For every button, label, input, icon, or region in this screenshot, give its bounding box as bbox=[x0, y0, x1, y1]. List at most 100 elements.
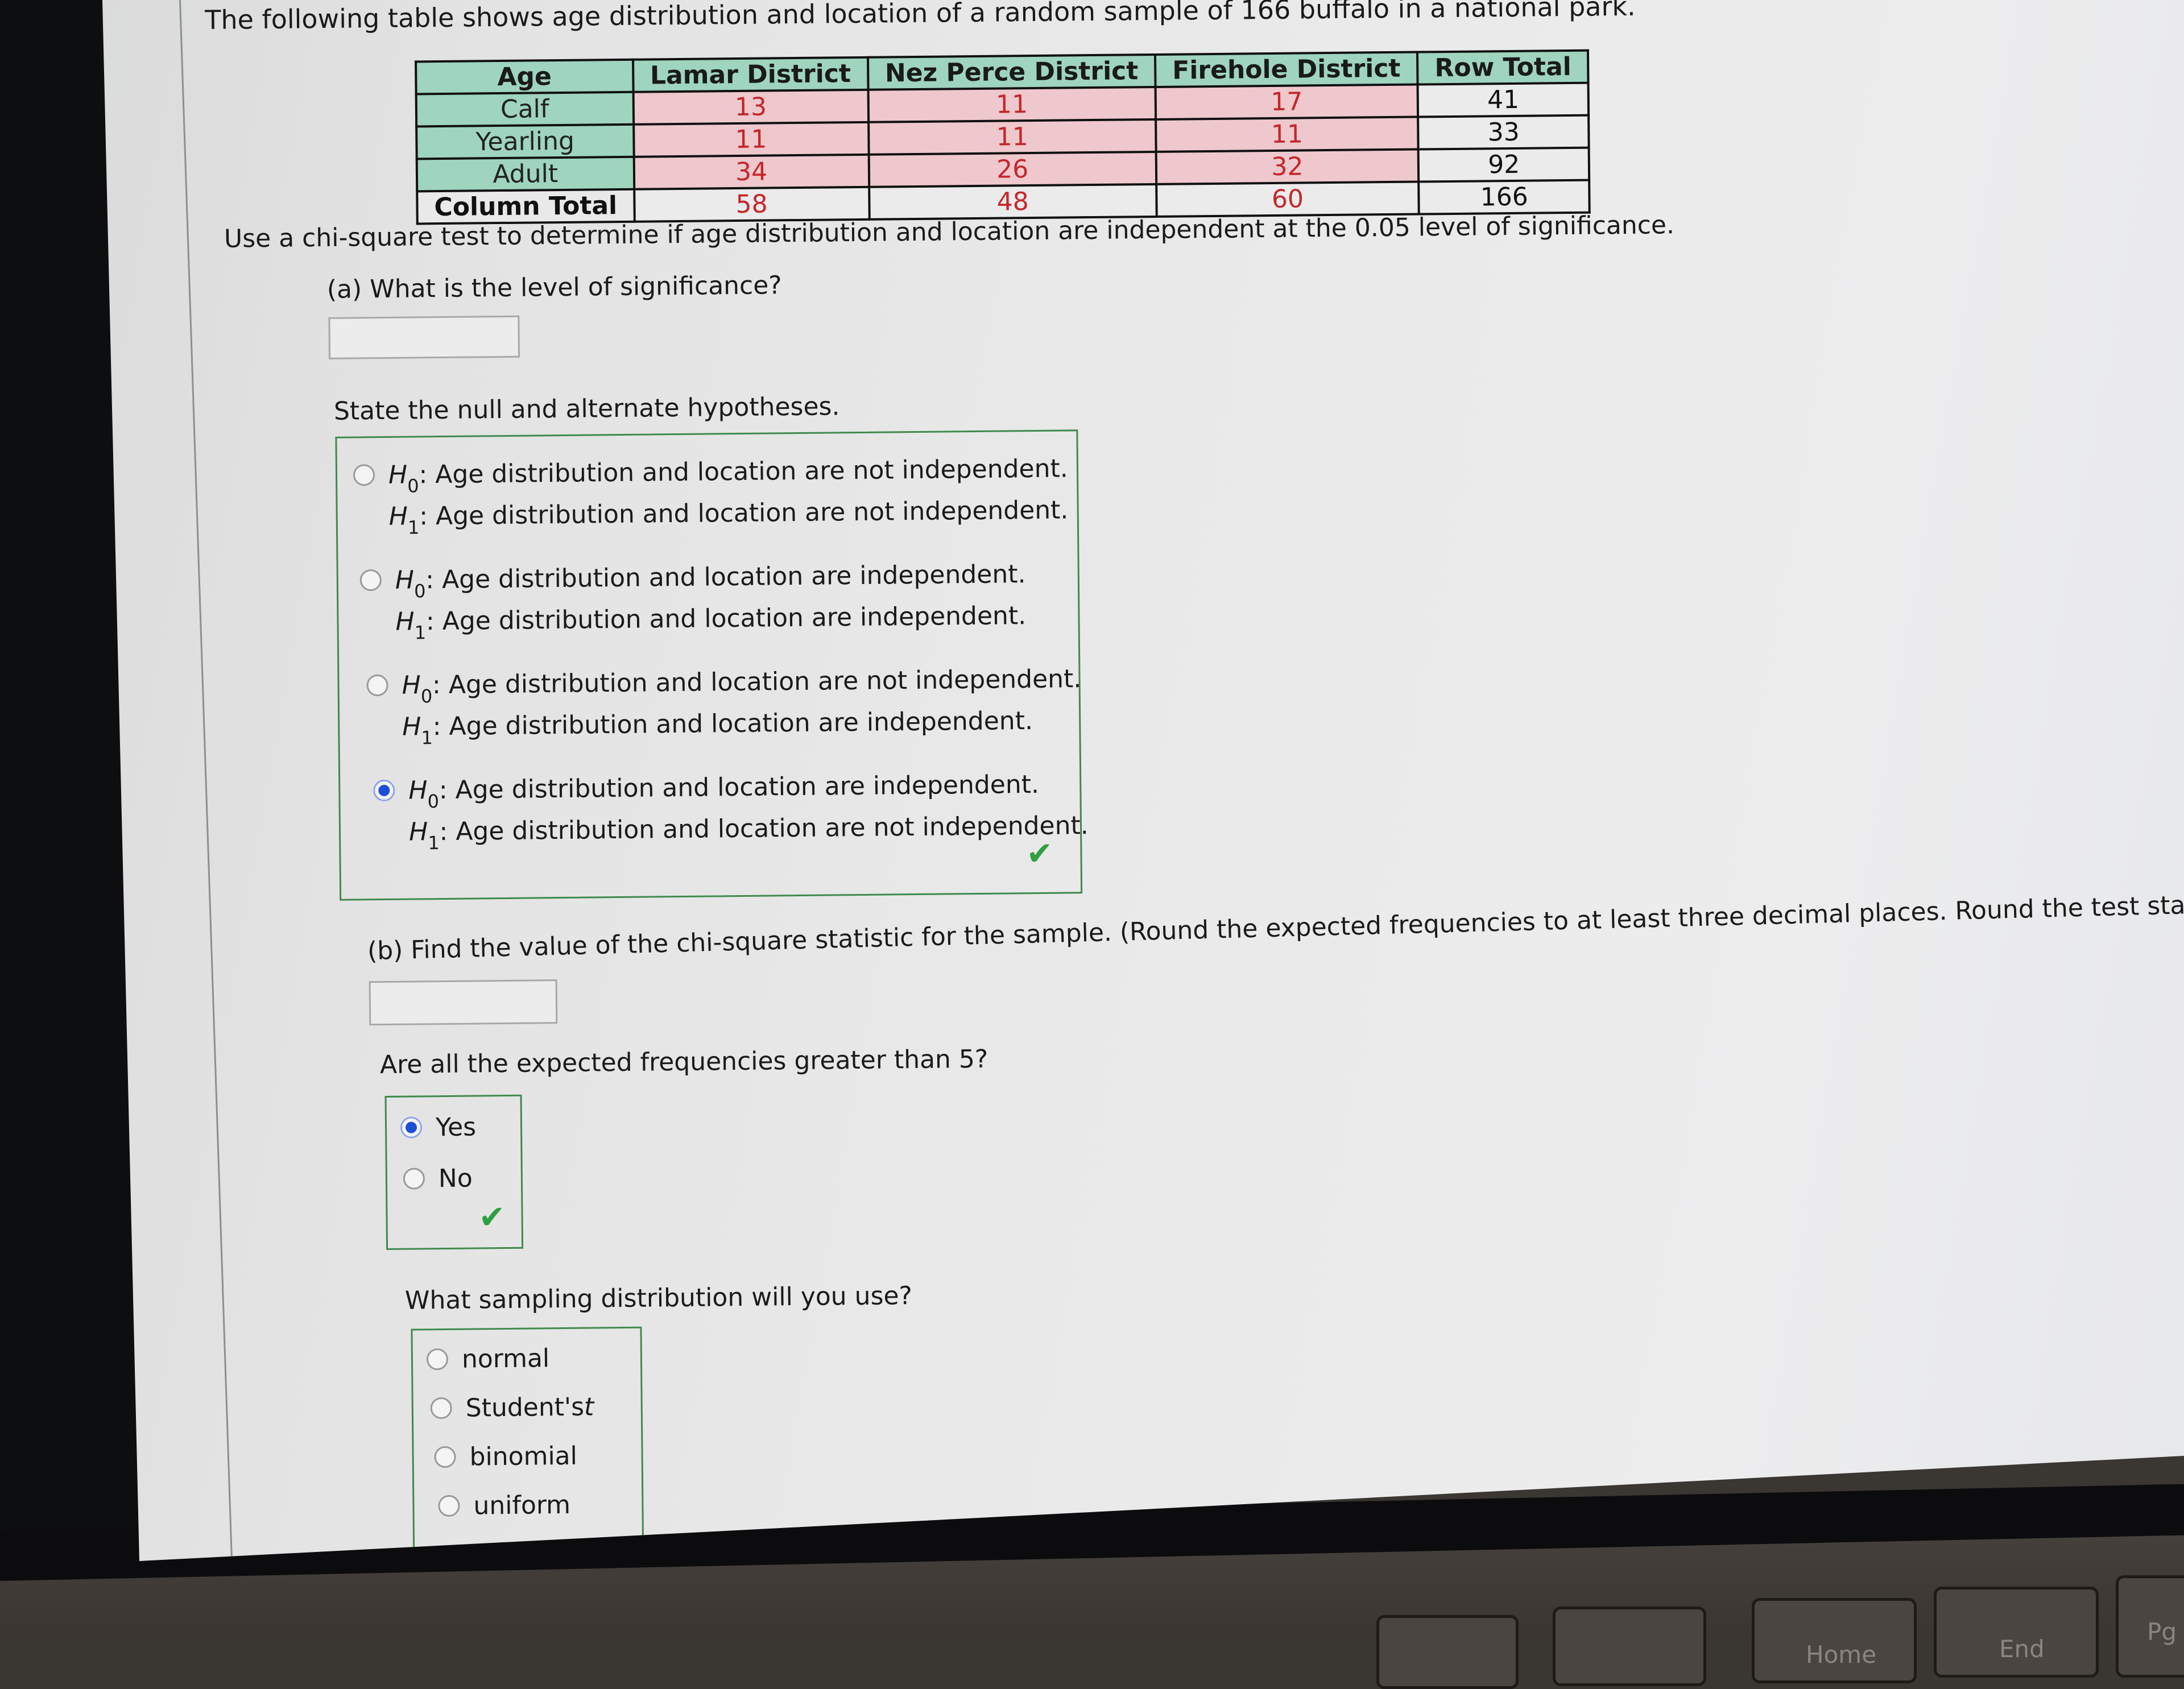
h1-subscript: 1 bbox=[414, 622, 427, 644]
key-label: End bbox=[1999, 1635, 2045, 1663]
cell-observed: 11 bbox=[633, 122, 869, 157]
keyboard-key-end: End bbox=[1934, 1587, 2099, 1678]
header-age: Age bbox=[416, 59, 634, 94]
h0-symbol: H bbox=[395, 565, 415, 595]
radio-button[interactable] bbox=[434, 1446, 456, 1468]
option-students-t[interactable]: Student's t bbox=[430, 1392, 594, 1423]
cell-observed: 32 bbox=[1156, 149, 1419, 184]
chi-square-input[interactable] bbox=[369, 979, 558, 1026]
option-label-italic: t bbox=[584, 1392, 594, 1422]
h0-symbol: H bbox=[408, 776, 428, 805]
h0-text: : Age distribution and location are not … bbox=[432, 664, 1082, 700]
h0-subscript: 0 bbox=[420, 685, 433, 707]
part-b-question: (b) Find the value of the chi-square sta… bbox=[367, 886, 2184, 966]
option-label: Student's bbox=[465, 1392, 585, 1423]
cell-row-total: 92 bbox=[1418, 147, 1590, 182]
sampling-distribution-choice-box: normal Student's t binomial uniform bbox=[411, 1326, 644, 1561]
keyboard-key-home: Home bbox=[1752, 1598, 1917, 1683]
row-label: Calf bbox=[416, 92, 634, 127]
cell-column-total: 60 bbox=[1156, 181, 1419, 217]
cell-column-total: 58 bbox=[634, 187, 870, 222]
correct-check-icon: ✔ bbox=[478, 1199, 506, 1236]
h1-text: : Age distribution and location are not … bbox=[439, 811, 1089, 847]
option-uniform[interactable]: uniform bbox=[438, 1491, 570, 1521]
cell-row-total: 33 bbox=[1418, 115, 1590, 150]
contingency-table: Age Lamar District Nez Perce District Fi… bbox=[415, 49, 1591, 225]
keyboard-key bbox=[1553, 1607, 1706, 1686]
problem-intro: The following table shows age distributi… bbox=[205, 0, 1636, 35]
h1-subscript: 1 bbox=[407, 516, 420, 539]
h0-symbol: H bbox=[402, 670, 421, 700]
option-binomial[interactable]: binomial bbox=[434, 1442, 577, 1472]
cell-row-total: 41 bbox=[1417, 82, 1589, 117]
option-normal[interactable]: normal bbox=[426, 1344, 550, 1374]
h1-subscript: 1 bbox=[421, 727, 433, 749]
option-label: No bbox=[438, 1164, 473, 1194]
h1-symbol: H bbox=[395, 607, 415, 636]
cell-observed: 17 bbox=[1155, 84, 1418, 119]
expected-frequencies-question: Are all the expected frequencies greater… bbox=[379, 1044, 988, 1080]
h0-subscript: 0 bbox=[407, 475, 419, 497]
h1-text: : Age distribution and location are inde… bbox=[432, 706, 1033, 742]
row-label: Adult bbox=[416, 156, 634, 192]
key-label: Pg bbox=[2147, 1618, 2177, 1646]
radio-button[interactable] bbox=[438, 1495, 460, 1517]
h0-text: : Age distribution and location are not … bbox=[419, 454, 1068, 490]
option-label: uniform bbox=[473, 1490, 571, 1521]
hypotheses-choice-box: H0: Age distribution and location are no… bbox=[335, 429, 1089, 901]
keyboard-key bbox=[1376, 1615, 1519, 1689]
expected-frequencies-choice-box: Yes No ✔ bbox=[384, 1094, 524, 1251]
radio-button[interactable] bbox=[359, 569, 382, 591]
hypothesis-option[interactable]: H0: Age distribution and location are no… bbox=[366, 664, 1082, 748]
h1-symbol: H bbox=[408, 817, 428, 847]
option-no[interactable]: No bbox=[403, 1164, 473, 1194]
row-label: Column Total bbox=[417, 189, 635, 224]
hypothesis-option[interactable]: H0: Age distribution and location are no… bbox=[353, 454, 1069, 539]
option-label: Yes bbox=[435, 1112, 477, 1142]
screen: The following table shows age distributi… bbox=[102, 0, 2184, 1561]
radio-button[interactable] bbox=[430, 1397, 452, 1419]
h0-text: : Age distribution and location are inde… bbox=[439, 769, 1040, 805]
radio-button[interactable] bbox=[353, 464, 375, 486]
header-nez-perce: Nez Perce District bbox=[867, 54, 1156, 90]
hypotheses-prompt: State the null and alternate hypotheses. bbox=[333, 392, 840, 426]
radio-button[interactable] bbox=[426, 1348, 449, 1371]
h1-subscript: 1 bbox=[428, 832, 440, 854]
h1-text: : Age distribution and location are not … bbox=[419, 495, 1069, 531]
cell-column-total: 48 bbox=[868, 184, 1157, 220]
h1-symbol: H bbox=[388, 502, 408, 531]
h0-symbol: H bbox=[388, 460, 408, 490]
cell-observed: 11 bbox=[868, 86, 1156, 122]
radio-button[interactable] bbox=[366, 674, 388, 697]
h1-text: : Age distribution and location are inde… bbox=[425, 601, 1027, 636]
option-label: binomial bbox=[469, 1441, 578, 1472]
sampling-distribution-question: What sampling distribution will you use? bbox=[404, 1281, 913, 1315]
option-label: normal bbox=[461, 1344, 550, 1374]
header-lamar: Lamar District bbox=[632, 57, 868, 92]
h0-text: : Age distribution and location are inde… bbox=[425, 560, 1026, 595]
key-label: Home bbox=[1806, 1641, 1877, 1669]
part-a-question: (a) What is the level of significance? bbox=[326, 271, 782, 304]
h0-subscript: 0 bbox=[427, 790, 440, 813]
cell-observed: 34 bbox=[634, 154, 869, 189]
problem-content: The following table shows age distributi… bbox=[205, 0, 2184, 1561]
hypothesis-option-selected[interactable]: H0: Age distribution and location are in… bbox=[373, 769, 1089, 854]
cell-observed: 11 bbox=[1156, 117, 1418, 152]
header-row-total: Row Total bbox=[1417, 50, 1589, 85]
radio-button[interactable] bbox=[403, 1168, 425, 1190]
radio-button-selected[interactable] bbox=[373, 779, 395, 802]
header-firehole: Firehole District bbox=[1155, 52, 1418, 87]
cell-observed: 13 bbox=[633, 89, 868, 125]
h0-subscript: 0 bbox=[413, 580, 426, 602]
hypothesis-option[interactable]: H0: Age distribution and location are in… bbox=[359, 560, 1027, 644]
significance-input[interactable] bbox=[328, 315, 520, 359]
row-label: Yearling bbox=[416, 124, 634, 159]
correct-check-icon: ✔ bbox=[1026, 835, 1053, 873]
cell-observed: 11 bbox=[868, 119, 1156, 155]
option-yes[interactable]: Yes bbox=[400, 1112, 477, 1142]
cell-grand-total: 166 bbox=[1418, 180, 1590, 214]
keyboard-key-pgdn: Pg bbox=[2116, 1575, 2184, 1678]
cell-observed: 26 bbox=[868, 151, 1157, 187]
h1-symbol: H bbox=[402, 712, 421, 742]
radio-button-selected[interactable] bbox=[400, 1116, 423, 1139]
